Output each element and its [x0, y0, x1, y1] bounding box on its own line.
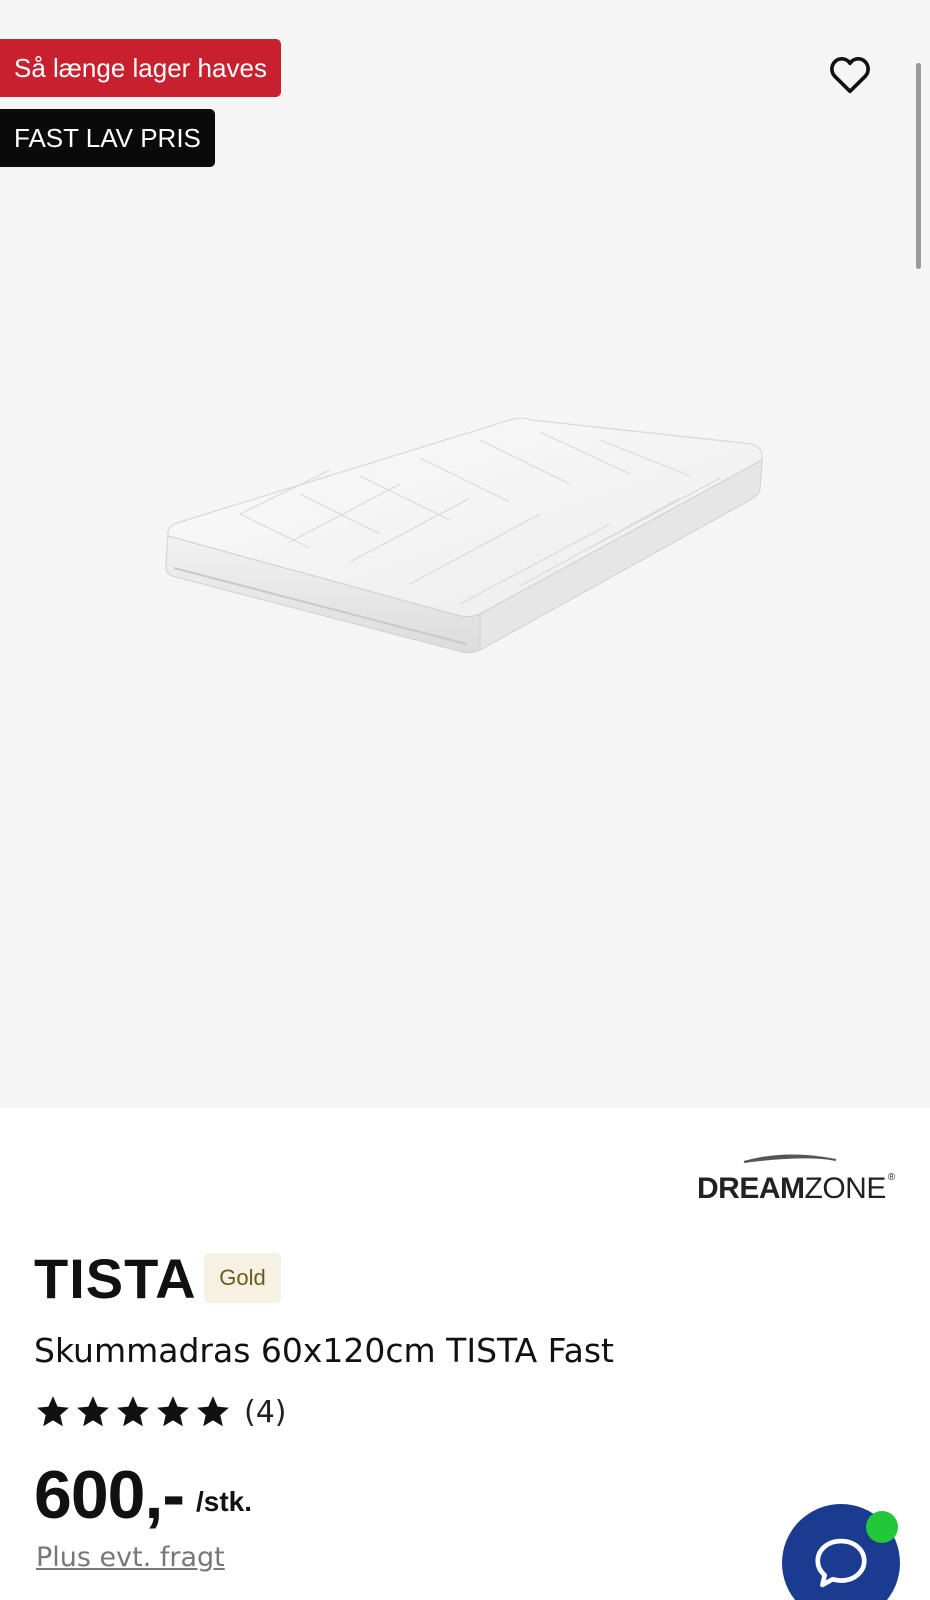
heart-icon[interactable]: [827, 52, 873, 98]
star-icon: [157, 1396, 189, 1427]
tier-badge: Gold: [204, 1253, 281, 1303]
product-rating[interactable]: (4): [34, 1392, 287, 1432]
product-description: Skummadras 60x120cm TISTA Fast: [34, 1331, 614, 1370]
stock-badge-label: Så længe lager haves: [14, 52, 267, 83]
shipping-note-link[interactable]: Plus evt. fragt: [36, 1542, 225, 1573]
stock-badge: Så længe lager haves: [0, 39, 281, 97]
brand-registered-mark: ®: [887, 1172, 895, 1183]
product-image-gallery[interactable]: Så længe lager haves FAST LAV PRIS: [0, 0, 930, 1108]
price: 600,-: [34, 1457, 185, 1533]
star-icon: [37, 1396, 69, 1427]
price-badge: FAST LAV PRIS: [0, 109, 215, 167]
chat-bubble-icon: [815, 1538, 867, 1588]
price-unit: /stk.: [196, 1486, 253, 1517]
mattress-product-image: [165, 418, 763, 654]
star-icon: [77, 1396, 109, 1427]
gallery-scrollbar[interactable]: [916, 63, 921, 269]
star-icon: [117, 1396, 149, 1427]
product-name: TISTA: [34, 1247, 197, 1310]
rating-count: (4): [244, 1394, 287, 1430]
star-icon: [197, 1396, 229, 1427]
brand-name-light: ZONE: [804, 1172, 887, 1205]
online-indicator: [866, 1511, 898, 1543]
brand-logo[interactable]: DREAMZONE ®: [697, 1172, 895, 1206]
price-badge-label: FAST LAV PRIS: [14, 122, 201, 153]
brand-name-bold: DREAM: [697, 1172, 805, 1205]
